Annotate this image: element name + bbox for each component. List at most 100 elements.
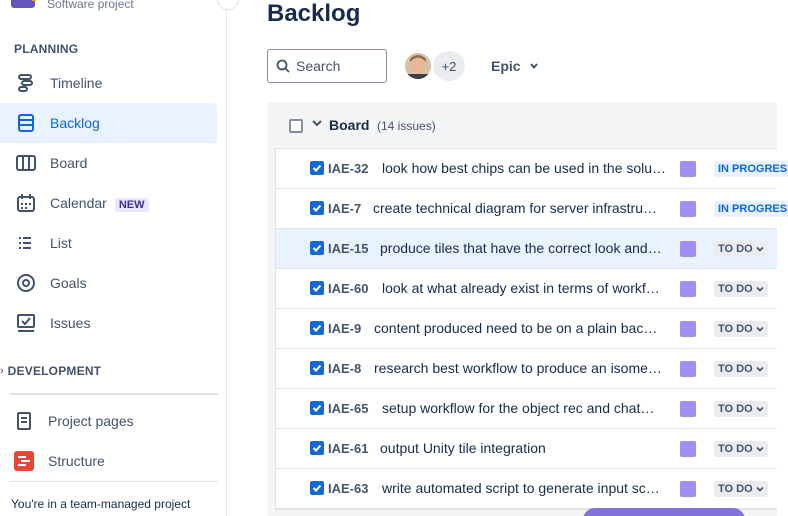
table-row[interactable]: IAE-61 output Unity tile integration TO … xyxy=(276,429,777,469)
sidebar-item-label: List xyxy=(50,235,72,251)
chevron-down-icon xyxy=(756,366,764,372)
collapse-sidebar-button[interactable] xyxy=(217,0,239,10)
chevron-right-icon: › xyxy=(0,365,4,377)
status-label: TO DO xyxy=(718,283,753,295)
status-dropdown[interactable]: TO DO xyxy=(714,401,768,417)
story-icon xyxy=(310,241,324,255)
select-all-checkbox[interactable] xyxy=(289,119,303,133)
board-icon xyxy=(16,155,36,171)
sidebar-item-issues[interactable]: Issues xyxy=(0,303,217,343)
sidebar-item-calendar[interactable]: Calendar NEW xyxy=(0,183,217,223)
floating-action-button[interactable] xyxy=(583,508,745,516)
sidebar-item-backlog[interactable]: Backlog xyxy=(0,103,217,143)
story-icon xyxy=(310,161,324,175)
story-icon xyxy=(310,321,324,335)
epic-color-badge xyxy=(680,321,696,337)
story-icon xyxy=(310,281,324,295)
sidebar-item-board[interactable]: Board xyxy=(0,143,217,183)
issue-count: (14 issues) xyxy=(377,119,436,133)
epic-filter-label: Epic xyxy=(491,58,521,74)
development-section-title: DEVELOPMENT xyxy=(7,364,102,378)
issue-key[interactable]: IAE-60 xyxy=(328,281,368,296)
epic-filter-dropdown[interactable]: Epic xyxy=(482,53,548,79)
issue-key[interactable]: IAE-63 xyxy=(328,481,368,496)
sidebar-item-label: Goals xyxy=(50,275,87,291)
table-row[interactable]: IAE-63 write automated script to generat… xyxy=(276,469,777,509)
issue-summary: look at what already exist in terms of w… xyxy=(382,280,660,296)
table-row[interactable]: IAE-8 research best workflow to produce … xyxy=(276,349,777,389)
table-row[interactable]: IAE-15 produce tiles that have the corre… xyxy=(276,229,777,269)
avatar[interactable] xyxy=(403,51,433,81)
sidebar-item-structure[interactable]: Structure xyxy=(0,441,217,481)
issue-key[interactable]: IAE-32 xyxy=(328,161,368,176)
table-row[interactable]: IAE-7 create technical diagram for serve… xyxy=(276,189,788,229)
issues-icon xyxy=(17,314,35,332)
issue-summary: content produced need to be on a plain b… xyxy=(374,320,658,336)
issue-key[interactable]: IAE-8 xyxy=(328,361,361,376)
search-input[interactable] xyxy=(296,58,376,74)
status-dropdown[interactable]: TO DO xyxy=(714,321,768,337)
issue-list: IAE-32 look how best chips can be used i… xyxy=(275,148,788,510)
issue-key[interactable]: IAE-7 xyxy=(328,201,361,216)
issue-key[interactable]: IAE-15 xyxy=(328,241,368,256)
table-row[interactable]: IAE-60 look at what already exist in ter… xyxy=(276,269,777,309)
sidebar-item-timeline[interactable]: Timeline xyxy=(0,63,217,103)
sidebar-item-label: Timeline xyxy=(50,75,103,91)
status-label: TO DO xyxy=(718,483,753,495)
epic-color-badge xyxy=(680,281,696,297)
sidebar-item-goals[interactable]: Goals xyxy=(0,263,217,303)
divider xyxy=(10,481,218,482)
team-managed-note: You're in a team-managed project xyxy=(11,497,191,511)
status-label: TO DO xyxy=(718,243,753,255)
avatar-photo xyxy=(405,53,431,79)
search-box[interactable] xyxy=(267,49,387,83)
status-label: TO DO xyxy=(718,403,753,415)
status-dropdown[interactable]: TO DO xyxy=(714,241,768,257)
story-icon xyxy=(310,401,324,415)
table-row[interactable]: IAE-32 look how best chips can be used i… xyxy=(276,149,788,189)
status-dropdown[interactable]: TO DO xyxy=(714,281,768,297)
calendar-icon xyxy=(17,194,35,212)
issue-key[interactable]: IAE-65 xyxy=(328,401,368,416)
issue-summary: write automated script to generate input… xyxy=(382,480,660,496)
sidebar-item-list[interactable]: List xyxy=(0,223,217,263)
timeline-icon xyxy=(18,74,33,92)
sidebar-item-calendar-label-wrap: Calendar NEW xyxy=(50,195,149,212)
issue-key[interactable]: IAE-61 xyxy=(328,441,368,456)
table-row[interactable]: IAE-65 setup workflow for the object rec… xyxy=(276,389,777,429)
board-header: Board (14 issues) xyxy=(267,102,777,148)
board-title: Board xyxy=(329,117,370,133)
issue-key[interactable]: IAE-9 xyxy=(328,321,361,336)
chevron-down-icon xyxy=(529,63,538,70)
chevron-down-icon xyxy=(756,326,764,332)
sidebar-item-label: Calendar xyxy=(50,195,107,211)
chevron-down-icon[interactable] xyxy=(311,117,323,131)
goals-icon xyxy=(17,274,35,292)
page-icon xyxy=(17,412,31,430)
status-badge[interactable]: IN PROGRESS xyxy=(714,201,788,217)
chevron-down-icon xyxy=(756,446,764,452)
status-badge[interactable]: IN PROGRESS xyxy=(714,161,788,177)
new-badge: NEW xyxy=(114,198,149,212)
story-icon xyxy=(310,201,324,215)
epic-color-badge xyxy=(680,441,696,457)
status-dropdown[interactable]: TO DO xyxy=(714,361,768,377)
status-dropdown[interactable]: TO DO xyxy=(714,481,768,497)
project-subtitle: Software project xyxy=(47,0,134,11)
development-section-toggle[interactable]: › DEVELOPMENT xyxy=(0,362,101,380)
search-icon xyxy=(276,59,290,73)
story-icon xyxy=(310,481,324,495)
sidebar-item-label: Issues xyxy=(50,315,91,331)
status-label: TO DO xyxy=(718,443,753,455)
structure-icon xyxy=(14,451,34,471)
status-dropdown[interactable]: TO DO xyxy=(714,441,768,457)
chevron-down-icon xyxy=(756,286,764,292)
epic-color-badge xyxy=(680,161,696,177)
table-row[interactable]: IAE-9 content produced need to be on a p… xyxy=(276,309,777,349)
issue-summary: produce tiles that have the correct look… xyxy=(380,240,662,256)
more-avatars-button[interactable]: +2 xyxy=(433,51,465,81)
divider xyxy=(10,393,218,395)
sidebar-item-label: Backlog xyxy=(50,115,100,131)
chevron-down-icon xyxy=(756,486,764,492)
sidebar-item-project-pages[interactable]: Project pages xyxy=(0,401,217,441)
